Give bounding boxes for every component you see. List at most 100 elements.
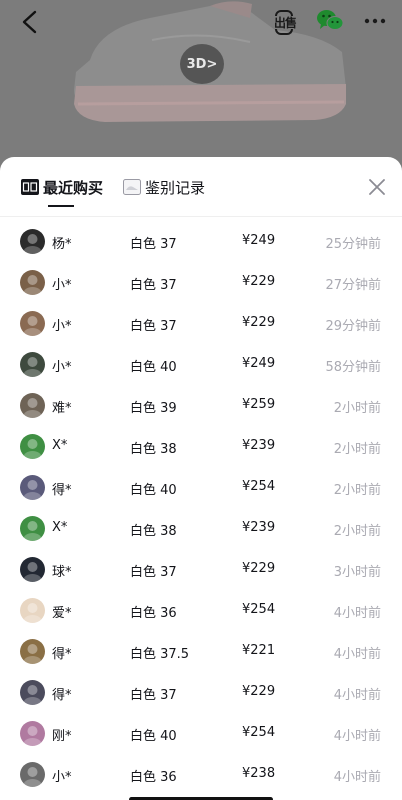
product-hero: 出售 3D> (0, 0, 402, 170)
price: ¥229 (242, 315, 276, 330)
more-icon[interactable] (362, 8, 388, 34)
avatar (20, 393, 45, 418)
purchase-row: 爱* 白色 36 ¥254 4小时前 (0, 590, 402, 631)
buyer-name: 得* (52, 688, 72, 703)
size-spec: 白色 36 (130, 770, 177, 785)
buyer-name: X* (52, 520, 68, 535)
purchase-time: 4小时前 (333, 770, 381, 785)
purchase-row: X* 白色 38 ¥239 2小时前 (0, 508, 402, 549)
purchase-time: 27分钟前 (325, 278, 381, 293)
avatar (20, 721, 45, 746)
purchase-row: 球* 白色 37 ¥229 3小时前 (0, 549, 402, 590)
purchase-list: 杨* 白色 37 ¥249 25分钟前 小* 白色 37 ¥229 27分钟前 小* 白色 37 ¥… (0, 221, 402, 795)
recent-purchases-sheet: 最近购买 鉴别记录 杨* 白色 37 ¥249 25分钟前小* 白色 37 ¥229 27分… (0, 157, 402, 800)
avatar (20, 434, 45, 459)
buyer-name: 小* (52, 319, 72, 334)
avatar (20, 475, 45, 500)
avatar (20, 311, 45, 336)
avatar (20, 516, 45, 541)
purchase-row: 得* 白色 40 ¥254 2小时前 (0, 467, 402, 508)
size-spec: 白色 38 (130, 442, 177, 457)
sell-arc-icon (275, 29, 293, 35)
tab-recent-purchases[interactable]: 最近购买 (21, 175, 103, 199)
price: ¥254 (242, 479, 276, 494)
purchase-row: X* 白色 38 ¥239 2小时前 (0, 426, 402, 467)
avatar (20, 762, 45, 787)
buyer-name: 小* (52, 278, 72, 293)
purchase-time: 4小时前 (333, 729, 381, 744)
size-spec: 白色 37 (130, 278, 177, 293)
size-spec: 白色 37 (130, 688, 177, 703)
buyer-name: 小* (52, 360, 72, 375)
price: ¥238 (242, 766, 276, 781)
avatar (20, 598, 45, 623)
buyer-name: 球* (52, 565, 72, 580)
close-icon[interactable] (367, 177, 387, 197)
active-tab-indicator (48, 205, 74, 207)
purchase-time: 2小时前 (333, 524, 381, 539)
size-spec: 白色 38 (130, 524, 177, 539)
tab-identify-records[interactable]: 鉴别记录 (123, 175, 205, 199)
purchase-row: 得* 白色 37.5 ¥221 4小时前 (0, 631, 402, 672)
recent-purchase-icon (21, 179, 39, 195)
chevron-left-icon[interactable] (18, 8, 42, 36)
purchase-time: 25分钟前 (325, 237, 381, 252)
price: ¥229 (242, 561, 276, 576)
size-spec: 白色 40 (130, 360, 177, 375)
price: ¥259 (242, 397, 276, 412)
buyer-name: 杨* (52, 237, 72, 252)
purchase-time: 4小时前 (333, 606, 381, 621)
tab-label: 鉴别记录 (145, 178, 206, 197)
sheet-tabs: 最近购买 鉴别记录 (0, 157, 402, 217)
price: ¥239 (242, 438, 276, 453)
buyer-name: 爱* (52, 606, 72, 621)
avatar (20, 352, 45, 377)
purchase-row: 杨* 白色 37 ¥249 25分钟前 (0, 221, 402, 262)
sell-button[interactable]: 出售 (272, 8, 298, 36)
purchase-time: 4小时前 (333, 647, 381, 662)
avatar (20, 680, 45, 705)
size-spec: 白色 37 (130, 319, 177, 334)
avatar (20, 557, 45, 582)
size-spec: 白色 40 (130, 729, 177, 744)
purchase-time: 58分钟前 (325, 360, 381, 375)
identify-record-icon (123, 179, 141, 195)
tab-label: 最近购买 (43, 178, 104, 197)
purchase-time: 2小时前 (333, 483, 381, 498)
price: ¥239 (242, 520, 276, 535)
purchase-time: 29分钟前 (325, 319, 381, 334)
price: ¥249 (242, 356, 276, 371)
buyer-name: 难* (52, 401, 72, 416)
buyer-name: 得* (52, 647, 72, 662)
purchase-row: 难* 白色 39 ¥259 2小时前 (0, 385, 402, 426)
buyer-name: 刚* (52, 729, 72, 744)
buyer-name: 小* (52, 770, 72, 785)
avatar (20, 229, 45, 254)
purchase-row: 得* 白色 37 ¥229 4小时前 (0, 672, 402, 713)
avatar (20, 639, 45, 664)
price: ¥254 (242, 602, 276, 617)
purchase-row: 小* 白色 36 ¥238 4小时前 (0, 754, 402, 795)
purchase-time: 2小时前 (333, 401, 381, 416)
price: ¥221 (242, 643, 276, 658)
purchase-row: 小* 白色 37 ¥229 29分钟前 (0, 303, 402, 344)
purchase-time: 3小时前 (333, 565, 381, 580)
buyer-name: X* (52, 438, 68, 453)
view-3d-button[interactable]: 3D> (180, 44, 224, 84)
wechat-icon[interactable] (316, 9, 344, 33)
size-spec: 白色 39 (130, 401, 177, 416)
price: ¥249 (242, 233, 276, 248)
size-spec: 白色 37 (130, 237, 177, 252)
purchase-row: 小* 白色 40 ¥249 58分钟前 (0, 344, 402, 385)
avatar (20, 270, 45, 295)
size-spec: 白色 37.5 (130, 647, 190, 662)
purchase-time: 2小时前 (333, 442, 381, 457)
price: ¥229 (242, 684, 276, 699)
purchase-row: 小* 白色 37 ¥229 27分钟前 (0, 262, 402, 303)
size-spec: 白色 36 (130, 606, 177, 621)
price: ¥254 (242, 725, 276, 740)
size-spec: 白色 40 (130, 483, 177, 498)
purchase-time: 4小时前 (333, 688, 381, 703)
purchase-row: 刚* 白色 40 ¥254 4小时前 (0, 713, 402, 754)
price: ¥229 (242, 274, 276, 289)
